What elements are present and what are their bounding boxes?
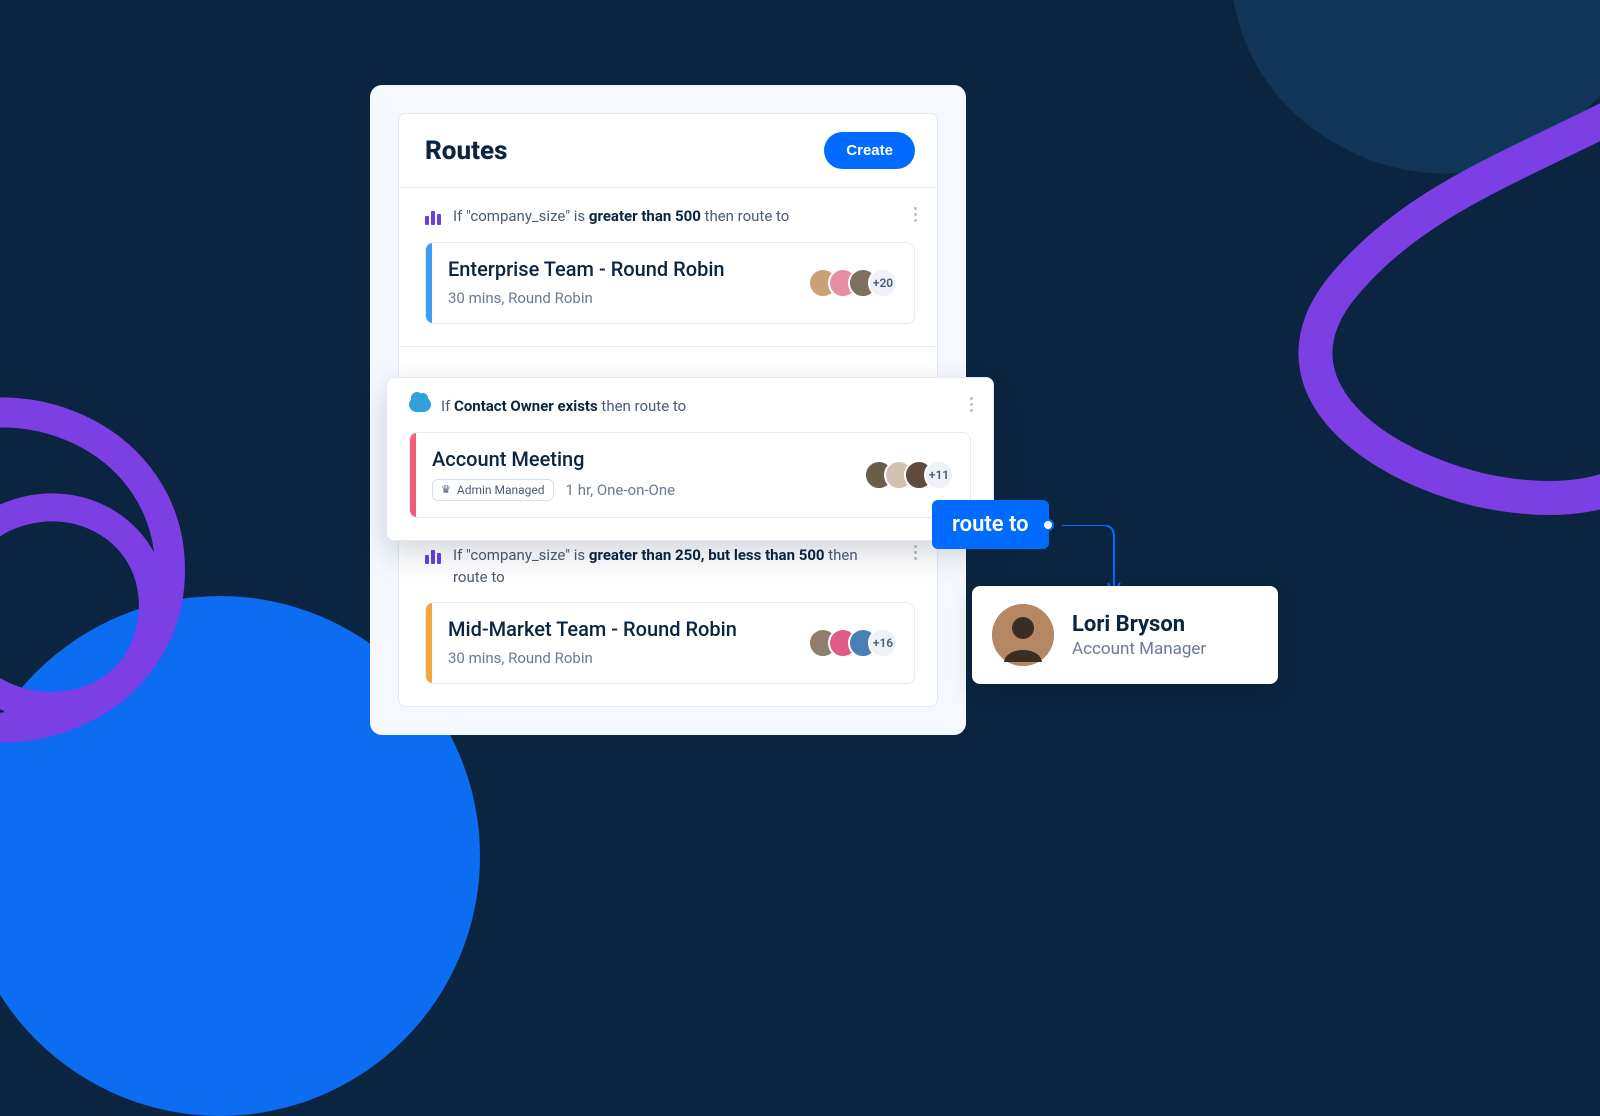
route-block-1[interactable]: If Contact Owner exists then route to Ac… [386, 377, 994, 541]
route-to-pill: route to [932, 500, 1049, 549]
avatar-stack: +20 [808, 243, 914, 323]
decorative-curve-right [1120, 100, 1600, 1000]
avatar-stack: +16 [808, 603, 914, 683]
cond-prefix: If "company_size" is [453, 546, 589, 564]
route-block-0[interactable]: If "company_size" is greater than 500 th… [399, 187, 937, 346]
more-menu-icon[interactable] [905, 202, 925, 226]
cond-prefix: If "company_size" is [453, 207, 589, 225]
event-title: Enterprise Team - Round Robin [448, 257, 792, 281]
cond-prefix: If [441, 397, 454, 415]
create-button[interactable]: Create [824, 132, 915, 169]
route-block-2[interactable]: If "company_size" is greater than 250, b… [399, 526, 937, 707]
event-card-2[interactable]: Mid-Market Team - Round Robin 30 mins, R… [425, 602, 915, 684]
routes-panel: Routes Create If "company_size" is great… [370, 85, 966, 735]
cond-bold: greater than 500 [589, 207, 701, 225]
event-title: Mid-Market Team - Round Robin [448, 617, 792, 641]
cond-bold: Contact Owner exists [454, 397, 598, 415]
routes-title: Routes [425, 136, 507, 166]
event-subtitle: 30 mins, Round Robin [448, 289, 593, 307]
routes-card: Routes Create If "company_size" is great… [398, 113, 938, 707]
decorative-shape-top-right [1210, 0, 1600, 360]
route-condition-2: If "company_size" is greater than 250, b… [425, 545, 915, 589]
avatar-more: +11 [924, 460, 954, 490]
admin-badge-label: Admin Managed [457, 483, 545, 497]
crown-icon: ♛ [441, 483, 451, 496]
avatar-more: +16 [868, 628, 898, 658]
route-condition-1: If Contact Owner exists then route to [409, 396, 971, 418]
cond-suffix: then route to [701, 207, 790, 225]
bars-icon [425, 207, 443, 225]
event-subtitle: 30 mins, Round Robin [448, 649, 593, 667]
avatar-more: +20 [868, 268, 898, 298]
routes-header: Routes Create [399, 114, 937, 187]
event-title: Account Meeting [432, 447, 848, 471]
event-card-1[interactable]: Account Meeting ♛ Admin Managed 1 hr, On… [409, 432, 971, 518]
more-menu-icon[interactable] [905, 541, 925, 565]
bars-icon [425, 546, 443, 564]
event-subtitle: 1 hr, One-on-One [566, 481, 676, 499]
cond-suffix: then route to [598, 397, 687, 415]
route-condition-0: If "company_size" is greater than 500 th… [425, 206, 915, 228]
salesforce-icon [409, 397, 431, 412]
person-card[interactable]: Lori Bryson Account Manager [972, 586, 1278, 684]
decorative-purple-loop-left [0, 380, 260, 800]
person-name: Lori Bryson [1072, 612, 1206, 637]
cond-bold: greater than 250, but less than 500 [589, 546, 825, 564]
person-role: Account Manager [1072, 639, 1206, 659]
more-menu-icon[interactable] [961, 392, 981, 416]
admin-managed-badge: ♛ Admin Managed [432, 479, 554, 501]
event-card-0[interactable]: Enterprise Team - Round Robin 30 mins, R… [425, 242, 915, 324]
person-avatar [992, 604, 1054, 666]
